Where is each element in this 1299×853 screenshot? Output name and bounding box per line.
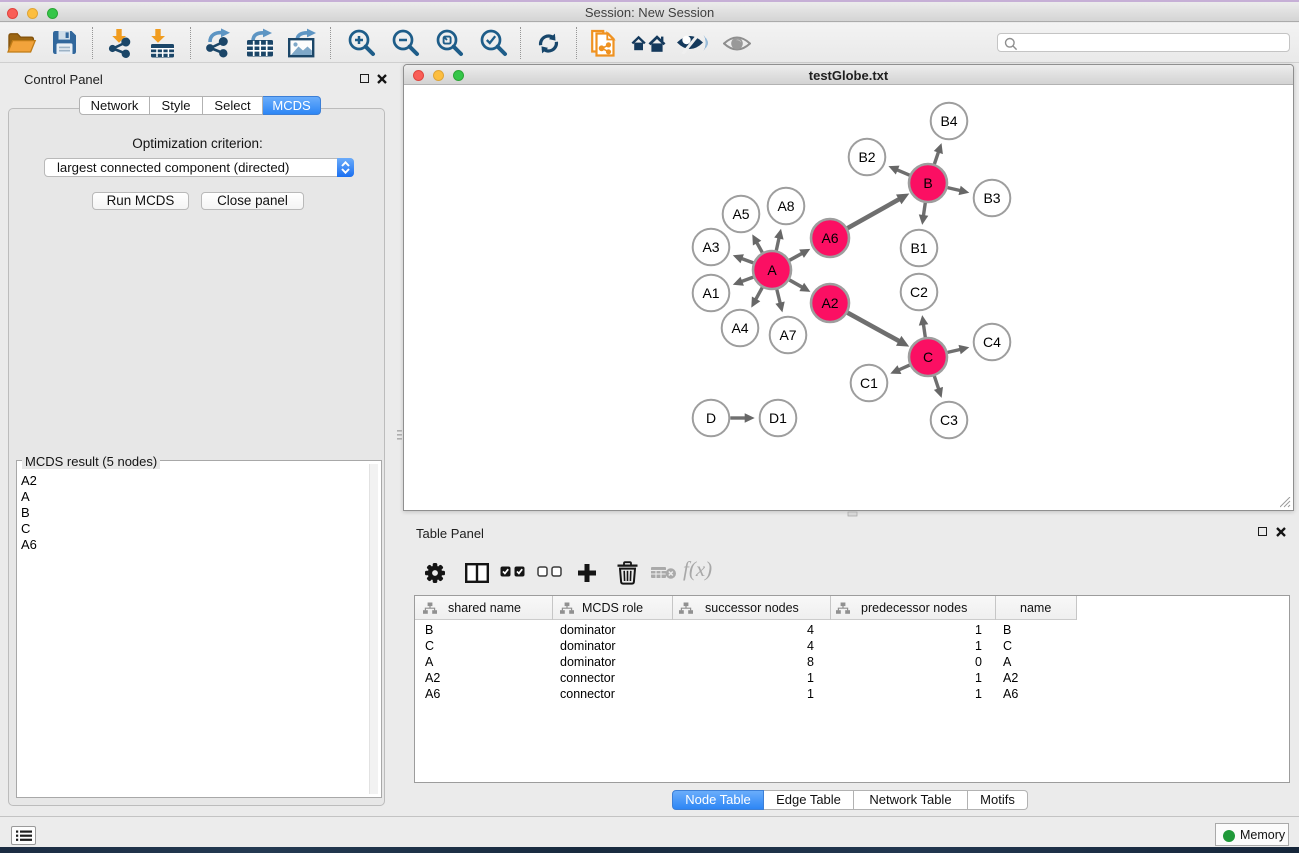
svg-text:B4: B4	[940, 113, 957, 129]
svg-text:A6: A6	[821, 230, 838, 246]
svg-text:C4: C4	[983, 334, 1001, 350]
svg-text:A: A	[767, 262, 777, 278]
svg-text:C: C	[923, 349, 933, 365]
svg-text:A3: A3	[702, 239, 719, 255]
svg-text:D1: D1	[769, 410, 787, 426]
svg-text:A7: A7	[779, 327, 796, 343]
svg-text:D: D	[706, 410, 716, 426]
svg-text:B2: B2	[858, 149, 875, 165]
svg-text:C3: C3	[940, 412, 958, 428]
svg-text:B: B	[923, 175, 932, 191]
svg-text:A1: A1	[702, 285, 719, 301]
svg-text:C1: C1	[860, 375, 878, 391]
svg-text:B1: B1	[910, 240, 927, 256]
svg-text:A2: A2	[821, 295, 838, 311]
svg-text:A8: A8	[777, 198, 794, 214]
svg-text:C2: C2	[910, 284, 928, 300]
svg-text:A5: A5	[732, 206, 749, 222]
svg-text:B3: B3	[983, 190, 1000, 206]
svg-text:A4: A4	[731, 320, 748, 336]
